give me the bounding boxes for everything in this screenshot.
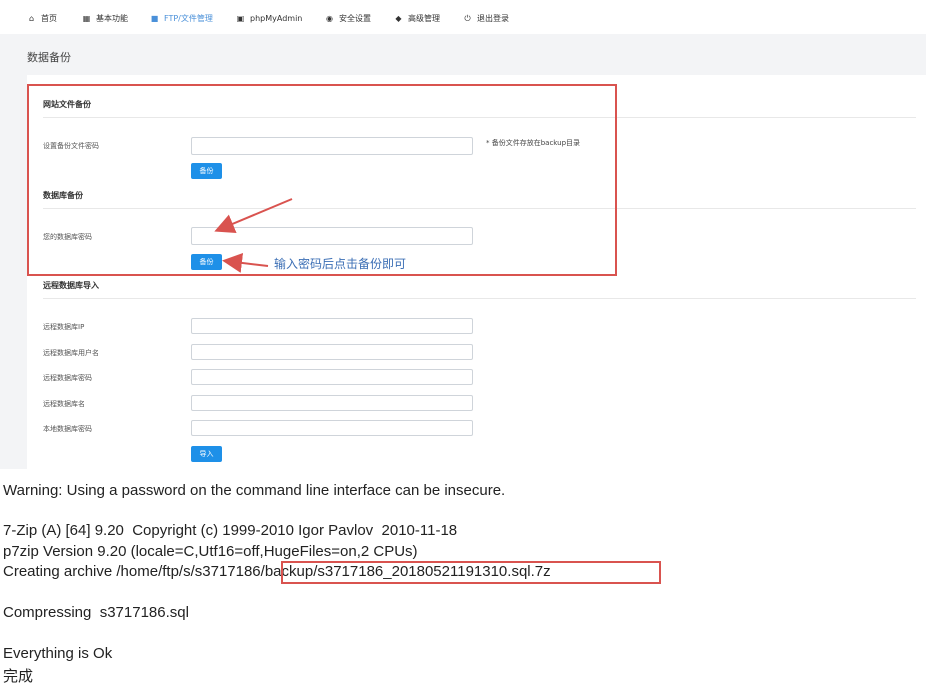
console-ok-line: Everything is Ok — [3, 645, 113, 662]
arrow-to-password-input — [214, 198, 293, 234]
console-compressing-line: Compressing s3717186.sql — [3, 604, 189, 621]
import-button[interactable]: 导入 — [191, 446, 222, 462]
remote-import-title: 远程数据库导入 — [43, 281, 99, 290]
remote-db-password-input[interactable] — [191, 369, 473, 385]
local-db-password-input[interactable] — [191, 420, 473, 436]
console-p7zip-line: p7zip Version 9.20 (locale=C,Utf16=off,H… — [3, 543, 418, 560]
remote-db-ip-label: 远程数据库IP — [43, 323, 85, 331]
local-db-password-label: 本地数据库密码 — [43, 425, 92, 433]
arrow-to-backup-button — [222, 252, 269, 273]
archive-path-prefix: Creating archive /home/ftp/s/s3717186 — [3, 563, 261, 580]
archive-path-highlight — [281, 561, 661, 584]
console-warning-line: Warning: Using a password on the command… — [3, 482, 506, 499]
console-7zip-line: 7-Zip (A) [64] 9.20 Copyright (c) 1999-2… — [3, 522, 458, 539]
remote-db-password-label: 远程数据库密码 — [43, 374, 92, 382]
remote-db-user-label: 远程数据库用户名 — [43, 349, 99, 357]
console-done-line: 完成 — [3, 668, 34, 685]
remote-db-name-input[interactable] — [191, 395, 473, 411]
remote-db-user-input[interactable] — [191, 344, 473, 360]
annotation-text: 输入密码后点击备份即可 — [274, 257, 407, 271]
remote-db-name-label: 远程数据库名 — [43, 400, 85, 408]
remote-db-ip-input[interactable] — [191, 318, 473, 334]
divider — [43, 298, 916, 299]
